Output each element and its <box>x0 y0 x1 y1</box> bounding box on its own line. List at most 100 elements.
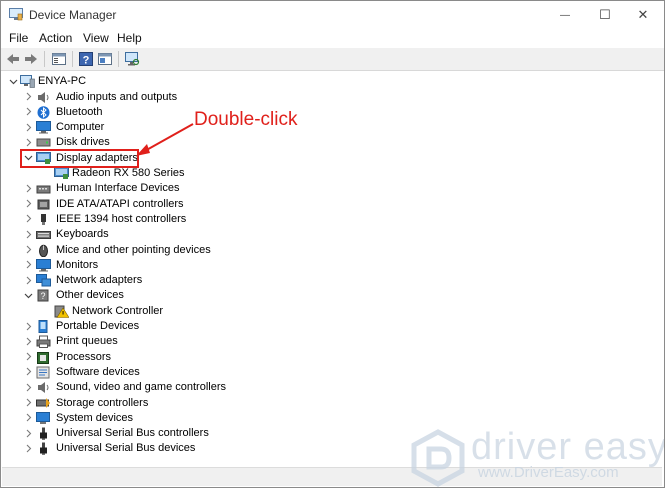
tree-category-row[interactable]: Audio inputs and outputs <box>2 90 402 105</box>
annotation-arrow-icon <box>136 123 194 156</box>
storage-controller-icon <box>36 397 50 408</box>
tree-category-row[interactable]: Network adapters <box>2 273 402 288</box>
tree-device-row[interactable]: Radeon RX 580 Series <box>2 166 402 181</box>
tree-category-row[interactable]: Universal Serial Bus devices <box>2 441 402 456</box>
scan-hardware-icon[interactable] <box>124 51 140 67</box>
portable-device-icon <box>38 320 48 333</box>
tree-category-label: Human Interface Devices <box>56 182 180 195</box>
minimize-icon: — <box>560 9 570 21</box>
tree-category-label: Sound, video and game controllers <box>56 381 226 394</box>
window-title: Device Manager <box>29 8 117 22</box>
chevron-right-icon[interactable] <box>23 229 33 239</box>
svg-text:?: ? <box>83 55 90 67</box>
device-manager-window: Device Manager — ☐ ✕ File Action View He… <box>0 0 665 488</box>
chevron-right-icon[interactable] <box>23 183 33 193</box>
tree-root-row[interactable]: ENYA-PC <box>2 74 402 89</box>
menu-help[interactable]: Help <box>117 31 142 45</box>
hid-icon <box>36 185 51 194</box>
menu-file[interactable]: File <box>9 31 28 45</box>
tree-category-label: Portable Devices <box>56 320 140 332</box>
properties-icon[interactable] <box>51 51 67 67</box>
chevron-down-icon[interactable] <box>23 290 33 300</box>
chevron-right-icon[interactable] <box>23 398 33 408</box>
tree-category-row[interactable]: IDE ATA/ATAPI controllers <box>2 197 402 212</box>
tree-category-row[interactable]: Mice and other pointing devices <box>2 243 402 258</box>
menu-action[interactable]: Action <box>39 31 72 45</box>
chevron-right-icon[interactable] <box>23 137 33 147</box>
tree-category-label: Audio inputs and outputs <box>56 90 178 103</box>
network-adapter-icon <box>36 274 51 287</box>
chevron-right-icon[interactable] <box>23 214 33 224</box>
chevron-right-icon[interactable] <box>23 275 33 285</box>
speaker-icon <box>38 382 49 394</box>
chevron-right-icon[interactable] <box>23 92 33 102</box>
tree-root-label: ENYA-PC <box>38 75 87 87</box>
tree-category-row[interactable]: Processors <box>2 350 402 365</box>
device-tree: ENYA-PC Audio inputs and outputs Bluetoot… <box>2 71 662 466</box>
tree-category-row[interactable]: Monitors <box>2 258 402 273</box>
tree-category-label: IEEE 1394 host controllers <box>56 212 187 225</box>
usb-icon <box>40 442 47 456</box>
tree-category-row[interactable]: Software devices <box>2 365 402 380</box>
maximize-button[interactable]: ☐ <box>587 1 623 29</box>
tree-category-row[interactable]: IEEE 1394 host controllers <box>2 212 402 227</box>
tree-category-row[interactable]: Portable Devices <box>2 319 402 334</box>
help-icon[interactable]: ? <box>78 51 94 67</box>
keyboard-icon <box>36 231 51 240</box>
tree-category-row[interactable]: System devices <box>2 411 402 426</box>
chevron-right-icon[interactable] <box>23 245 33 255</box>
back-arrow-icon[interactable] <box>5 51 21 67</box>
forward-arrow-icon[interactable] <box>23 51 39 67</box>
tree-category-row[interactable]: Universal Serial Bus controllers <box>2 426 402 441</box>
tree-category-row[interactable]: Human Interface Devices <box>2 181 402 196</box>
tree-category-row[interactable]: Print queues <box>2 334 402 349</box>
title-bar: Device Manager — ☐ ✕ <box>1 1 664 29</box>
chevron-right-icon[interactable] <box>23 367 33 377</box>
chevron-down-icon[interactable] <box>8 76 18 86</box>
view-icon[interactable] <box>97 51 113 67</box>
chevron-right-icon[interactable] <box>23 107 33 117</box>
minimize-button[interactable]: — <box>547 1 583 29</box>
tree-category-label: Mice and other pointing devices <box>56 243 211 256</box>
menu-view[interactable]: View <box>83 31 109 45</box>
tree-category-label: Software devices <box>56 365 140 378</box>
system-device-icon <box>36 411 50 424</box>
chevron-right-icon[interactable] <box>23 260 33 270</box>
close-button[interactable]: ✕ <box>625 1 661 29</box>
display-adapter-icon <box>54 167 69 179</box>
tree-device-row[interactable]: Network Controller <box>2 304 402 319</box>
chevron-right-icon[interactable] <box>23 413 33 423</box>
tree-category-label: Universal Serial Bus controllers <box>56 427 209 440</box>
toolbar-separator <box>118 51 119 67</box>
tree-category-label: Storage controllers <box>56 396 149 409</box>
chevron-right-icon[interactable] <box>23 321 33 331</box>
tree-category-row[interactable]: Sound, video and game controllers <box>2 380 402 395</box>
tree-category-row[interactable]: ? Other devices <box>2 288 402 303</box>
toolbar-separator <box>72 51 73 67</box>
watermark-url: www.DriverEasy.com <box>478 464 619 481</box>
chevron-right-icon[interactable] <box>23 336 33 346</box>
tree-category-label: Network adapters <box>56 274 143 287</box>
tree-category-row[interactable]: Keyboards <box>2 227 402 242</box>
chevron-right-icon[interactable] <box>23 122 33 132</box>
monitor-icon <box>36 258 51 272</box>
printer-icon <box>36 335 51 349</box>
chevron-right-icon[interactable] <box>23 352 33 362</box>
menu-bar: File Action View Help <box>1 29 664 48</box>
chevron-right-icon[interactable] <box>23 382 33 392</box>
tree-category-row[interactable]: Storage controllers <box>2 396 402 411</box>
mouse-icon <box>39 244 48 257</box>
warning-device-icon <box>54 305 69 318</box>
chevron-right-icon[interactable] <box>23 443 33 453</box>
device-manager-app-icon <box>9 8 23 21</box>
maximize-icon: ☐ <box>599 7 611 22</box>
chevron-right-icon[interactable] <box>23 199 33 209</box>
highlight-box <box>20 149 139 168</box>
disk-drive-icon <box>36 138 51 147</box>
watermark-brand: driver easy <box>471 426 665 468</box>
chevron-right-icon[interactable] <box>23 428 33 438</box>
computer-icon <box>20 75 35 88</box>
tree-category-label: System devices <box>56 411 134 424</box>
speaker-icon <box>38 91 49 103</box>
tree-category-label: Computer <box>56 121 105 134</box>
